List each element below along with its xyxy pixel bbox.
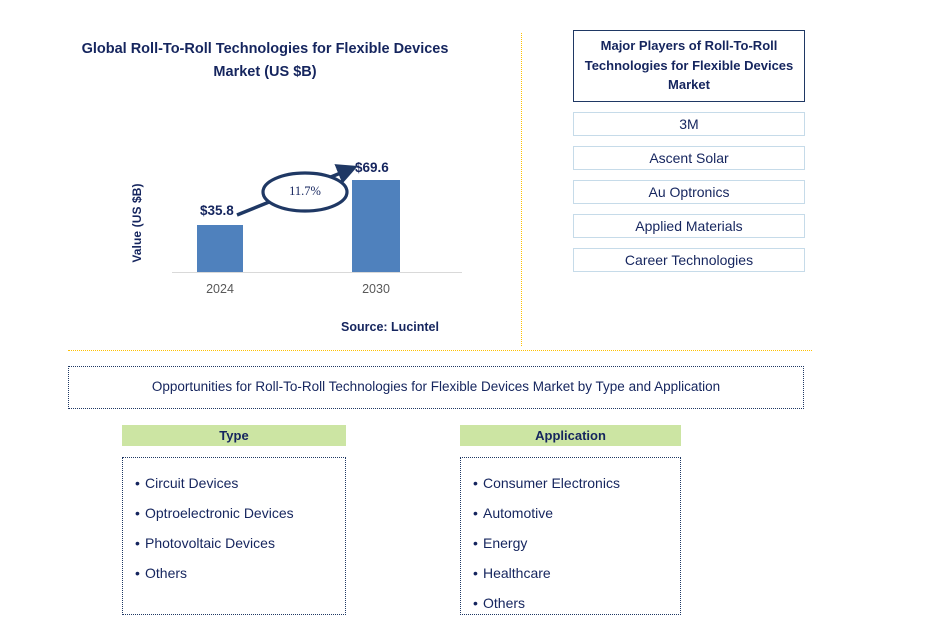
list-item: • Others: [135, 558, 335, 588]
bullet-icon: •: [135, 535, 140, 551]
bullet-icon: •: [473, 475, 478, 491]
list-item-label: Automotive: [483, 505, 554, 521]
player-item[interactable]: Ascent Solar: [573, 145, 805, 170]
list-item-label: Circuit Devices: [145, 475, 239, 491]
chart-y-axis-label: Value (US $B): [130, 183, 144, 263]
application-column-header: Application: [460, 425, 681, 446]
bullet-icon: •: [473, 535, 478, 551]
category-label-2030: 2030: [362, 282, 390, 296]
list-item: • Others: [473, 588, 670, 618]
list-item-label: Photovoltaic Devices: [145, 535, 275, 551]
player-item[interactable]: Career Technologies: [573, 247, 805, 272]
vertical-divider: [521, 33, 522, 346]
player-item[interactable]: Applied Materials: [573, 213, 805, 238]
list-item-label: Energy: [483, 535, 528, 551]
bullet-icon: •: [473, 505, 478, 521]
player-item[interactable]: Au Optronics: [573, 179, 805, 204]
bar-2024: [197, 225, 243, 272]
bullet-icon: •: [473, 565, 478, 581]
bullet-icon: •: [135, 565, 140, 581]
list-item-label: Optroelectronic Devices: [145, 505, 294, 521]
chart-source-label: Source: Lucintel: [341, 320, 439, 334]
category-label-2024: 2024: [206, 282, 234, 296]
list-item: • Consumer Electronics: [473, 468, 670, 498]
chart-title: Global Roll-To-Roll Technologies for Fle…: [81, 41, 449, 80]
opportunities-banner: Opportunities for Roll-To-Roll Technolog…: [68, 366, 804, 409]
chart-x-axis-line: [172, 272, 462, 273]
cagr-value-label: 11.7%: [289, 184, 321, 198]
player-item[interactable]: 3M: [573, 111, 805, 136]
list-item: • Photovoltaic Devices: [135, 528, 335, 558]
type-list: • Circuit Devices • Optroelectronic Device…: [135, 468, 335, 588]
application-column-box: • Consumer Electronics • Automotive • Energ…: [460, 457, 681, 615]
list-item-label: Others: [145, 565, 188, 581]
list-item: • Circuit Devices: [135, 468, 335, 498]
list-item-label: Healthcare: [483, 565, 551, 581]
major-players-panel: Major Players of Roll-To-Roll Technologi…: [573, 30, 805, 272]
list-item: • Healthcare: [473, 558, 670, 588]
list-item: • Optroelectronic Devices: [135, 498, 335, 528]
market-chart-panel: Global Roll-To-Roll Technologies for Fle…: [0, 0, 521, 350]
bullet-icon: •: [135, 475, 140, 491]
horizontal-divider: [68, 350, 812, 351]
type-column-box: • Circuit Devices • Optroelectronic Device…: [122, 457, 346, 615]
list-item-label: Others: [483, 595, 526, 611]
bullet-icon: •: [473, 595, 478, 611]
list-item: • Energy: [473, 528, 670, 558]
list-item: • Automotive: [473, 498, 670, 528]
major-players-header: Major Players of Roll-To-Roll Technologi…: [573, 30, 805, 102]
application-list: • Consumer Electronics • Automotive • Energ…: [473, 468, 670, 618]
bullet-icon: •: [135, 505, 140, 521]
type-column-header: Type: [122, 425, 346, 446]
list-item-label: Consumer Electronics: [483, 475, 620, 491]
